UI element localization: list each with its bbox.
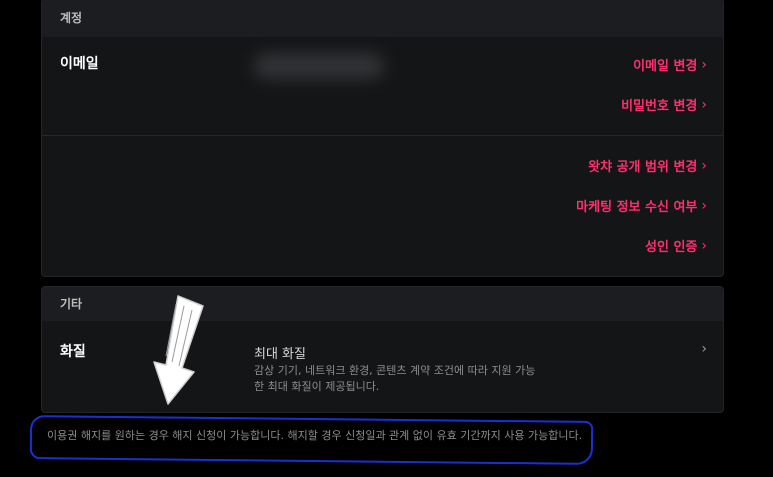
hand-drawn-arrow-down-icon	[153, 295, 204, 405]
chevron-right-icon: ›	[701, 197, 707, 214]
quality-chevron-right-icon[interactable]: ›	[701, 341, 707, 357]
email-value-redacted	[254, 53, 384, 79]
annotation-circle	[29, 415, 594, 465]
chevron-right-icon: ›	[701, 237, 707, 254]
chevron-right-icon: ›	[701, 56, 707, 73]
other-section: 기타 화질 최대 화질 감상 기기, 네트워크 환경, 콘텐츠 계약 조건에 따…	[41, 286, 724, 413]
other-section-header: 기타	[42, 287, 723, 321]
change-password-link[interactable]: 비밀번호 변경 ›	[621, 95, 707, 115]
email-label: 이메일	[60, 56, 99, 72]
change-email-link[interactable]: 이메일 변경 ›	[633, 55, 707, 75]
change-email-label: 이메일 변경	[633, 59, 698, 74]
marketing-consent-link[interactable]: 마케팅 정보 수신 여부 ›	[576, 196, 707, 216]
account-section-header: 계정	[42, 0, 723, 37]
quality-value: 최대 화질	[254, 347, 306, 362]
quality-description: 감상 기기, 네트워크 환경, 콘텐츠 계약 조건에 따라 지원 가능한 최대 …	[254, 364, 536, 393]
chevron-right-icon: ›	[701, 157, 707, 174]
marketing-consent-label: 마케팅 정보 수신 여부	[576, 200, 698, 215]
adult-verification-label: 성인 인증	[645, 240, 698, 255]
adult-verification-link[interactable]: 성인 인증 ›	[645, 236, 707, 256]
section-divider	[42, 135, 723, 136]
quality-label: 화질	[60, 344, 86, 360]
account-section: 계정 이메일 이메일 변경 › 비밀번호 변경 › 왓챠 공개 범위 변경 › …	[41, 0, 724, 277]
watch-scope-label: 왓챠 공개 범위 변경	[588, 160, 698, 175]
change-password-label: 비밀번호 변경	[621, 99, 698, 114]
chevron-right-icon: ›	[701, 96, 707, 113]
watch-scope-link[interactable]: 왓챠 공개 범위 변경 ›	[588, 156, 707, 176]
